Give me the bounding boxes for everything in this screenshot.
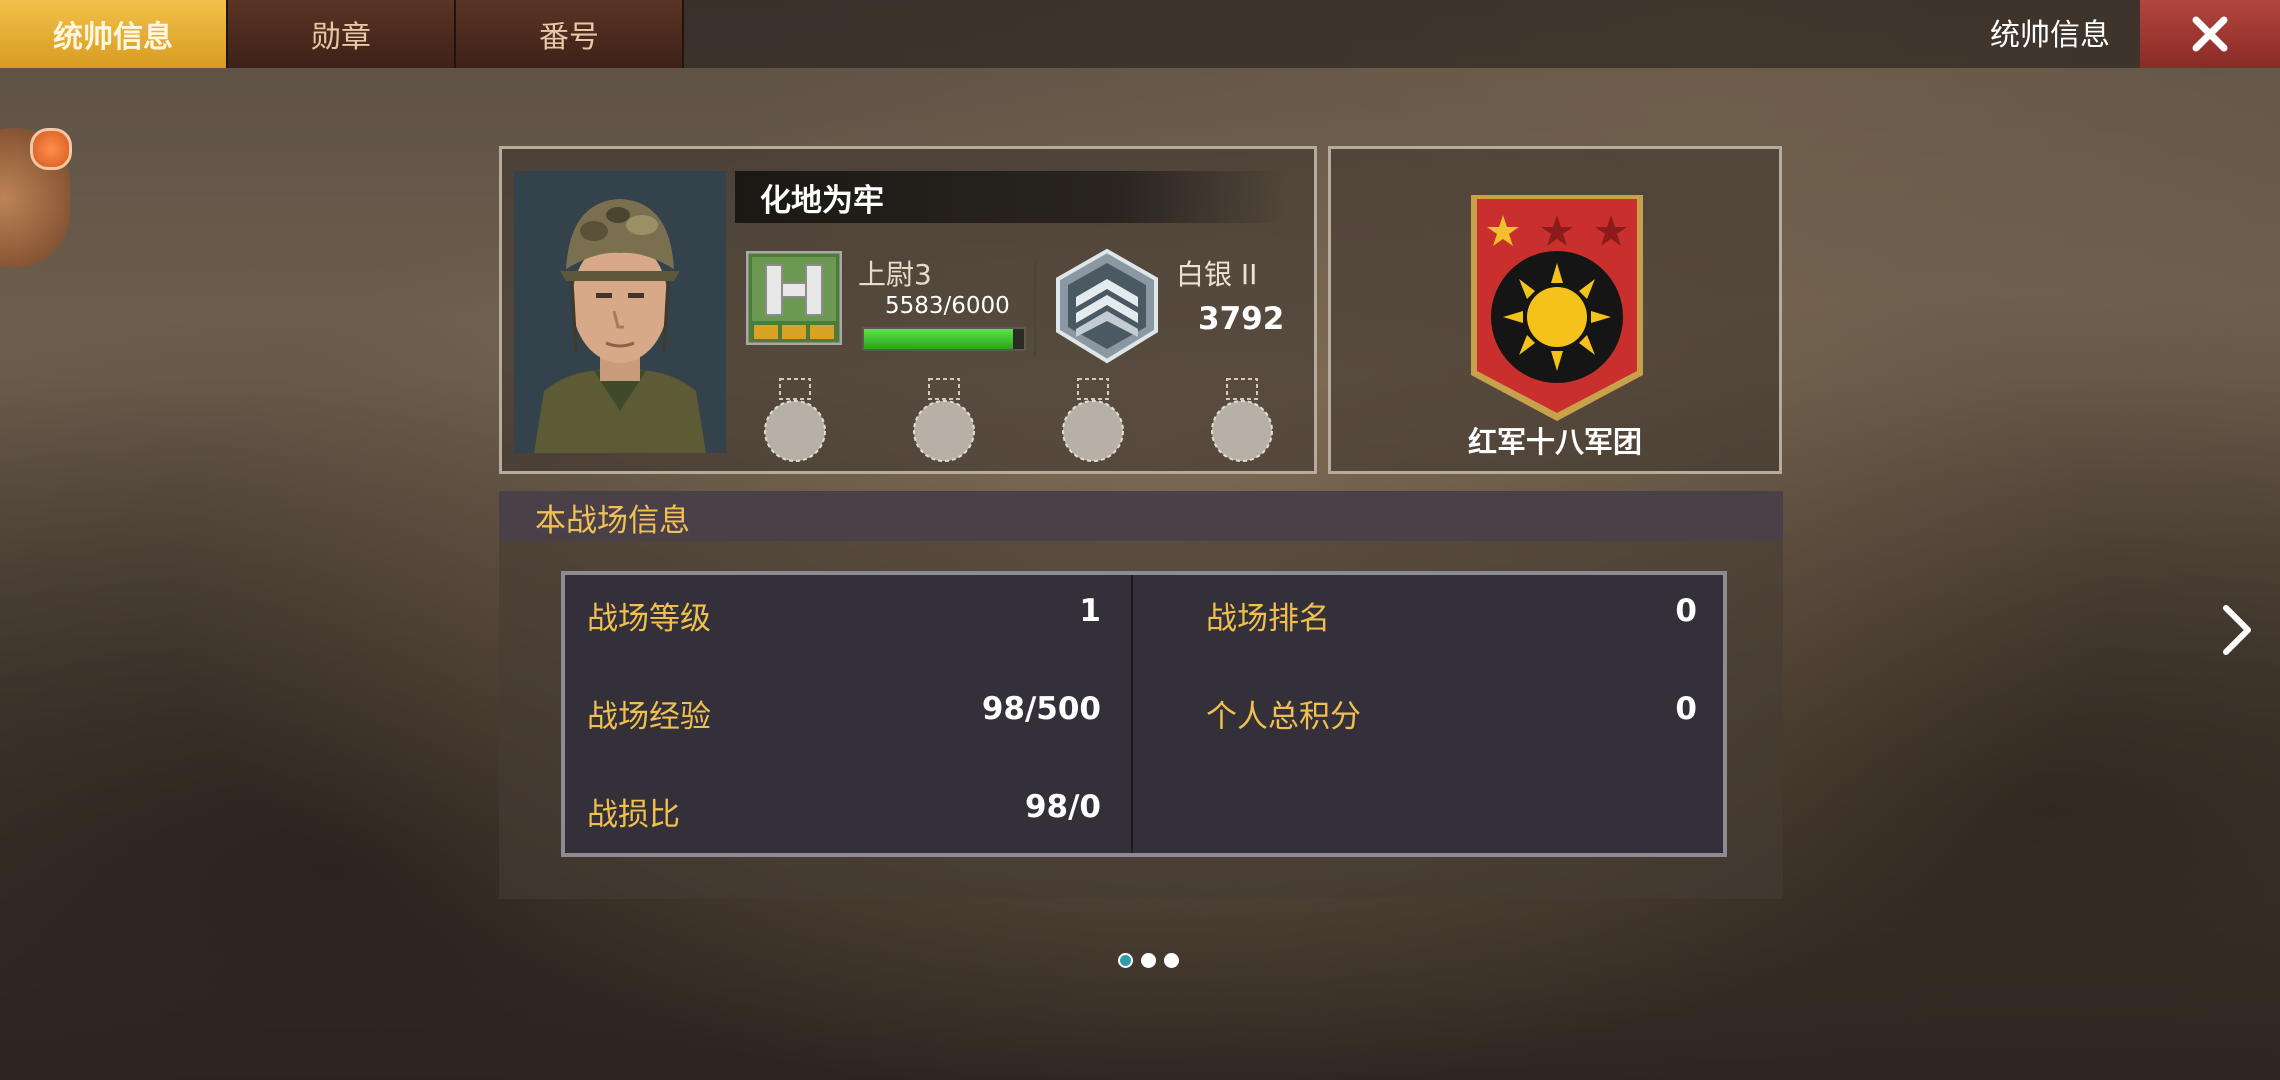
page-indicator	[1118, 953, 1179, 968]
medal-slot-empty-icon[interactable]	[1058, 377, 1128, 463]
page-dot[interactable]	[1118, 953, 1133, 968]
close-button[interactable]	[2140, 0, 2280, 68]
stat-value: 98/0	[1024, 789, 1101, 825]
stat-label: 战场经验	[587, 699, 711, 735]
tab-label: 番号	[539, 20, 599, 55]
close-icon	[2192, 16, 2228, 52]
xp-text: 5583/6000	[885, 293, 1010, 319]
stat-value: 1	[1079, 593, 1101, 629]
page-dot[interactable]	[1141, 953, 1156, 968]
stat-label: 战场等级	[587, 601, 711, 637]
player-portrait[interactable]	[514, 171, 726, 453]
divider	[1034, 261, 1036, 357]
notification-dot	[30, 128, 72, 170]
legion-name: 红军十八军团	[1467, 425, 1642, 459]
battlefield-info-panel: 战场等级 1 战场经验 98/500 战损比 98/0 战场排名 0 个人总积分…	[499, 541, 1783, 899]
tier-name: 白银 II	[1176, 258, 1258, 291]
stat-value: 98/500	[981, 691, 1101, 727]
column-divider	[1131, 575, 1133, 853]
chevron-right-icon	[2223, 605, 2251, 655]
stat-label: 战场排名	[1206, 601, 1330, 637]
legion-panel[interactable]: 红军十八军团	[1328, 146, 1782, 474]
medal-slot-empty-icon[interactable]	[760, 377, 830, 463]
stat-label: 个人总积分	[1206, 699, 1361, 735]
next-page-button[interactable]	[2218, 596, 2258, 664]
battlefield-stats-table: 战场等级 1 战场经验 98/500 战损比 98/0 战场排名 0 个人总积分…	[561, 571, 1727, 857]
player-panel: 化地为牢 上尉3 5583/6000 白银 II 3792	[499, 146, 1317, 474]
section-title: 本战场信息	[535, 503, 690, 539]
battlefield-info-header: 本战场信息	[499, 491, 1783, 541]
silver-rank-icon	[1052, 247, 1162, 367]
tab-designation[interactable]: 番号	[456, 0, 684, 68]
stat-label: 战损比	[587, 797, 680, 833]
soldier-avatar-icon	[514, 171, 726, 453]
stat-value: 0	[1675, 593, 1697, 629]
page-title: 统帅信息	[1990, 18, 2110, 53]
xp-progress-fill	[864, 329, 1013, 349]
tab-label: 勋章	[311, 20, 371, 55]
legion-flag-icon	[1463, 195, 1651, 423]
tab-commander-info[interactable]: 统帅信息	[0, 0, 228, 68]
medal-slot-empty-icon[interactable]	[1207, 377, 1277, 463]
tier-score: 3792	[1198, 301, 1285, 337]
rank-name: 上尉3	[858, 258, 932, 291]
rank-captain-icon	[745, 250, 843, 346]
stat-value: 0	[1675, 691, 1697, 727]
tab-medals[interactable]: 勋章	[228, 0, 456, 68]
player-name: 化地为牢	[760, 183, 884, 219]
medal-slot-empty-icon[interactable]	[909, 377, 979, 463]
xp-progress-bar	[862, 327, 1026, 351]
top-bar: 统帅信息 勋章 番号 统帅信息	[0, 0, 2280, 68]
page-dot[interactable]	[1164, 953, 1179, 968]
tab-label: 统帅信息	[53, 20, 173, 55]
